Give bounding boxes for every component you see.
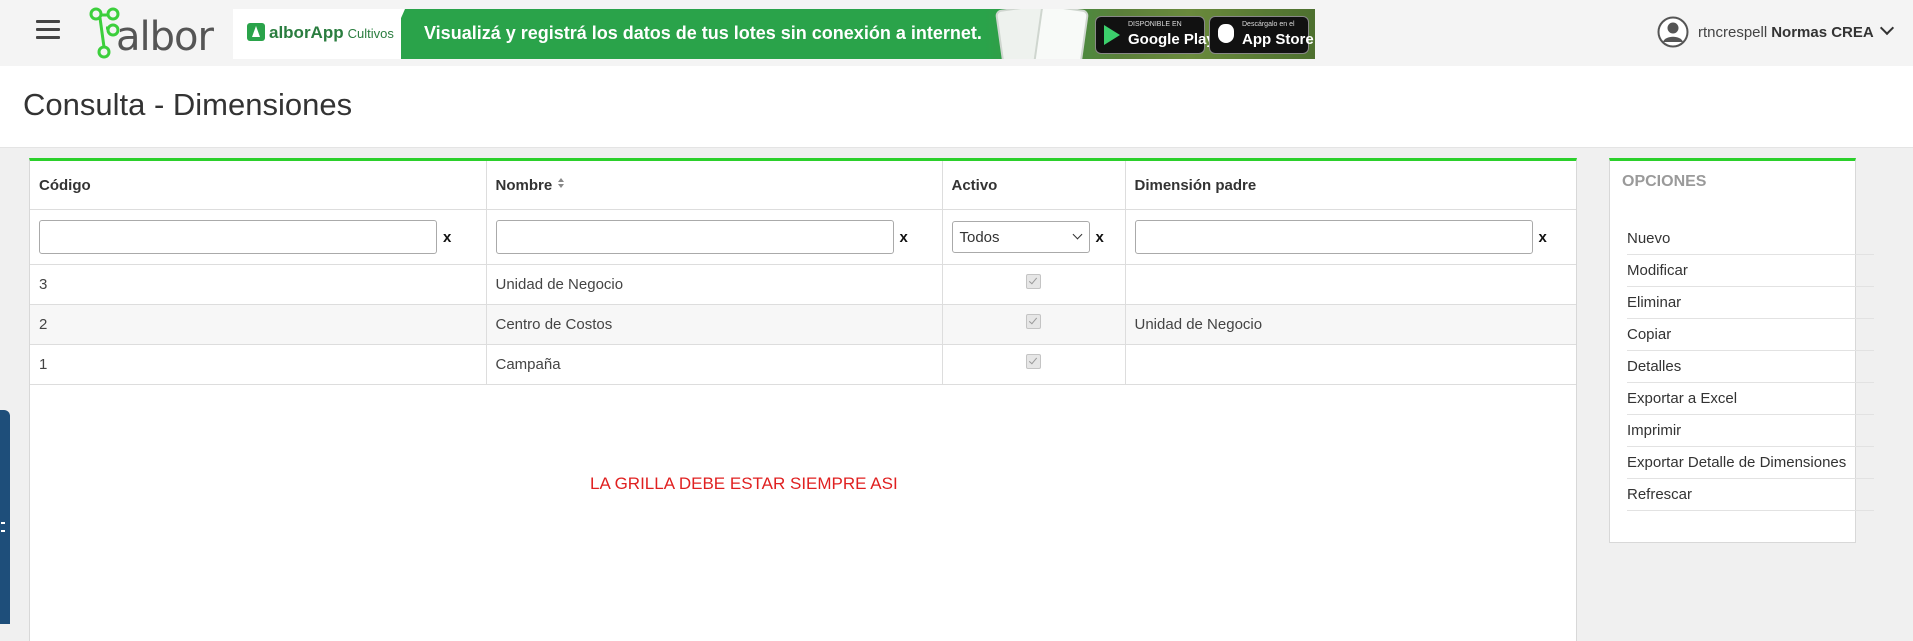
chevron-down-icon xyxy=(1879,20,1894,36)
options-title: OPCIONES xyxy=(1622,173,1707,190)
user-menu[interactable]: rtncrespell Normas CREA xyxy=(1698,20,1894,41)
user-avatar-icon[interactable] xyxy=(1657,16,1689,48)
column-header-activo[interactable]: Activo xyxy=(942,161,1126,210)
title-band: Consulta - Dimensiones xyxy=(0,66,1913,148)
google-play-button[interactable]: DISPONIBLE EN Google Play xyxy=(1095,16,1215,54)
column-header-codigo[interactable]: Código xyxy=(30,161,487,210)
clear-filter-codigo-button[interactable]: x xyxy=(443,229,451,246)
sort-icon xyxy=(558,177,565,188)
options-panel: OPCIONES Nuevo Modificar Eliminar Copiar… xyxy=(1609,158,1874,543)
filter-nombre-input[interactable] xyxy=(495,220,894,254)
cell-activo xyxy=(942,264,1126,305)
albor-logo[interactable]: albor xyxy=(86,6,222,60)
menu-icon[interactable] xyxy=(36,20,60,40)
filter-dimension-padre-input[interactable] xyxy=(1134,220,1533,254)
option-detalles[interactable]: Detalles xyxy=(1627,351,1874,383)
page-title: Consulta - Dimensiones xyxy=(23,87,353,122)
cell-dimension-padre xyxy=(1125,344,1576,385)
option-exportar-detalle-dimensiones[interactable]: Exportar Detalle de Dimensiones xyxy=(1627,447,1874,479)
cell-dimension-padre xyxy=(1125,264,1576,305)
activo-checkbox xyxy=(1026,354,1041,369)
side-panel-tab[interactable] xyxy=(0,410,10,624)
clear-filter-dimension-padre-button[interactable]: x xyxy=(1539,229,1547,246)
option-imprimir[interactable]: Imprimir xyxy=(1627,415,1874,447)
cell-activo xyxy=(942,344,1126,385)
cell-codigo: 3 xyxy=(30,264,487,305)
column-header-dimension-padre[interactable]: Dimensión padre xyxy=(1125,161,1576,210)
top-bar: albor alborApp Cultivos Visualizá y regis… xyxy=(0,0,1913,67)
cell-codigo: 1 xyxy=(30,344,487,385)
option-eliminar[interactable]: Eliminar xyxy=(1627,287,1874,319)
cell-dimension-padre: Unidad de Negocio xyxy=(1125,304,1576,345)
table-row[interactable]: 1 Campaña xyxy=(30,344,1576,385)
option-modificar[interactable]: Modificar xyxy=(1627,255,1874,287)
activo-checkbox xyxy=(1026,314,1041,329)
clear-filter-nombre-button[interactable]: x xyxy=(900,229,908,246)
app-store-button[interactable]: Descárgalo en el App Store xyxy=(1209,16,1314,54)
cell-activo xyxy=(942,304,1126,345)
list-icon xyxy=(1,522,5,532)
cell-nombre: Campaña xyxy=(486,344,943,385)
cell-nombre: Unidad de Negocio xyxy=(486,264,943,305)
username: rtncrespell xyxy=(1698,24,1768,41)
grid-panel: Código Nombre Activo Dimensión padre x x… xyxy=(29,158,1577,641)
option-copiar[interactable]: Copiar xyxy=(1627,319,1874,351)
promo-banner[interactable]: alborApp Cultivos Visualizá y registrá lo… xyxy=(233,9,1315,59)
column-header-nombre[interactable]: Nombre xyxy=(486,161,943,210)
cell-codigo: 2 xyxy=(30,304,487,345)
phone-mockup-icon xyxy=(1032,9,1090,59)
filter-activo-select[interactable]: Todos xyxy=(951,221,1090,253)
options-list: Nuevo Modificar Eliminar Copiar Detalles… xyxy=(1627,223,1874,511)
filter-codigo-input[interactable] xyxy=(39,220,437,254)
activo-checkbox xyxy=(1026,274,1041,289)
logo-text: albor xyxy=(116,14,214,60)
banner-brand: alborApp Cultivos xyxy=(247,23,394,43)
table-row[interactable]: 3 Unidad de Negocio xyxy=(30,264,1576,305)
alborapp-icon xyxy=(247,23,265,41)
dimensions-grid: Código Nombre Activo Dimensión padre x x… xyxy=(30,161,1576,385)
cell-nombre: Centro de Costos xyxy=(486,304,943,345)
option-nuevo[interactable]: Nuevo xyxy=(1627,223,1874,255)
grid-note: LA GRILLA DEBE ESTAR SIEMPRE ASI xyxy=(590,474,898,493)
apple-icon xyxy=(1218,24,1234,43)
table-row[interactable]: 2 Centro de Costos Unidad de Negocio xyxy=(30,304,1576,345)
chevron-down-icon xyxy=(1072,229,1082,240)
option-exportar-excel[interactable]: Exportar a Excel xyxy=(1627,383,1874,415)
company-name: Normas CREA xyxy=(1771,24,1874,41)
banner-message: Visualizá y registrá los datos de tus lo… xyxy=(424,23,982,43)
option-refrescar[interactable]: Refrescar xyxy=(1627,479,1874,511)
clear-filter-activo-button[interactable]: x xyxy=(1096,229,1104,246)
filter-row: x x Todos x x xyxy=(30,209,1576,265)
google-play-icon xyxy=(1104,25,1120,45)
